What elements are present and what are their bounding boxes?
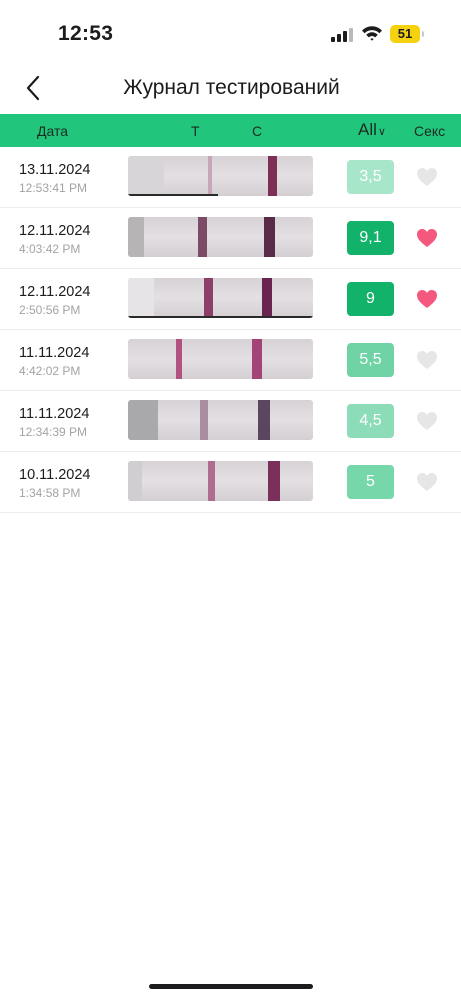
wifi-icon (361, 24, 383, 42)
table-header: Дата Т С All∨ Секс (0, 114, 461, 147)
row-time: 2:50:56 PM (19, 303, 81, 317)
row-time: 4:03:42 PM (19, 242, 81, 256)
list-item[interactable]: 11.11.2024 12:34:39 PM 4,5 (0, 391, 461, 452)
test-strip-image (128, 461, 313, 501)
column-header-date: Дата (37, 123, 69, 139)
list-item[interactable]: 13.11.2024 12:53:41 PM 3,5 (0, 147, 461, 208)
row-time: 1:34:58 PM (19, 486, 81, 500)
test-list: 13.11.2024 12:53:41 PM 3,5 12.11.2024 4:… (0, 147, 461, 513)
battery-icon: 51 (390, 25, 420, 43)
status-time: 12:53 (58, 22, 114, 45)
list-item[interactable]: 12.11.2024 2:50:56 PM 9 (0, 269, 461, 330)
score-badge: 9,1 (347, 221, 394, 255)
list-item[interactable]: 11.11.2024 4:42:02 PM 5,5 (0, 330, 461, 391)
test-strip-image (128, 217, 313, 257)
row-date: 10.11.2024 (19, 467, 91, 483)
heart-icon[interactable] (416, 167, 438, 187)
row-date: 13.11.2024 (19, 162, 91, 178)
row-time: 12:53:41 PM (19, 181, 88, 195)
test-strip-image (128, 339, 313, 379)
row-date: 12.11.2024 (19, 223, 91, 239)
row-date: 11.11.2024 (19, 406, 90, 422)
test-strip-image (128, 400, 313, 440)
test-strip-image (128, 278, 313, 318)
list-item[interactable]: 12.11.2024 4:03:42 PM 9,1 (0, 208, 461, 269)
column-header-sex: Секс (414, 123, 446, 139)
score-badge: 3,5 (347, 160, 394, 194)
column-header-t: Т (191, 123, 200, 139)
column-header-c: С (252, 123, 263, 139)
row-time: 12:34:39 PM (19, 425, 88, 439)
test-strip-image (128, 156, 313, 196)
heart-icon[interactable] (416, 228, 438, 248)
row-time: 4:42:02 PM (19, 364, 81, 378)
score-badge: 5,5 (347, 343, 394, 377)
heart-icon[interactable] (416, 350, 438, 370)
status-bar: 12:53 51 (0, 0, 461, 62)
home-indicator (149, 984, 313, 989)
score-badge: 5 (347, 465, 394, 499)
page-title: Журнал тестирований (123, 76, 340, 99)
cellular-signal-icon (331, 28, 353, 42)
list-item[interactable]: 10.11.2024 1:34:58 PM 5 (0, 452, 461, 513)
filter-dropdown[interactable]: All∨ (358, 120, 386, 140)
heart-icon[interactable] (416, 411, 438, 431)
nav-bar: Журнал тестирований (0, 62, 461, 114)
score-badge: 4,5 (347, 404, 394, 438)
heart-icon[interactable] (416, 472, 438, 492)
battery-tip (422, 31, 424, 37)
heart-icon[interactable] (416, 289, 438, 309)
score-badge: 9 (347, 282, 394, 316)
row-date: 12.11.2024 (19, 284, 91, 300)
filter-label: All (358, 120, 377, 139)
row-date: 11.11.2024 (19, 345, 90, 361)
chevron-down-icon: ∨ (377, 126, 386, 138)
